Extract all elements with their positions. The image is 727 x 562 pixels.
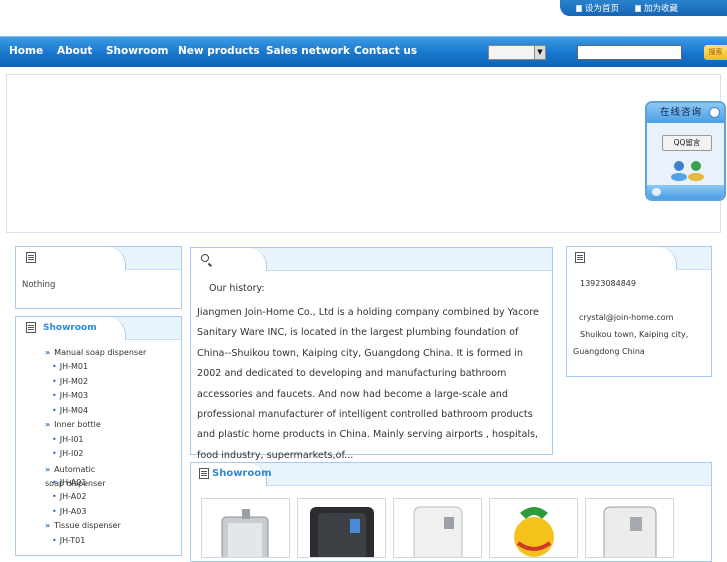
document-icon bbox=[199, 468, 209, 479]
product-link[interactable]: JH-T01 bbox=[52, 536, 86, 545]
page-icon bbox=[576, 4, 582, 12]
online-consult-widget: 在线咨询 QQ留言 bbox=[645, 101, 726, 201]
product-link[interactable]: JH-M04 bbox=[52, 406, 88, 415]
banner-area bbox=[6, 74, 721, 233]
document-icon bbox=[26, 252, 36, 263]
close-icon[interactable] bbox=[709, 107, 720, 118]
qq-message-button[interactable]: QQ留言 bbox=[662, 135, 712, 151]
document-icon bbox=[26, 322, 36, 333]
contact-email[interactable]: crystal@join-home.com bbox=[579, 309, 673, 326]
showroom-box-header: Showroom bbox=[16, 317, 181, 340]
category-tissue-dispenser[interactable]: » Tissue dispenser bbox=[45, 521, 121, 530]
double-chevron-icon: » bbox=[45, 420, 51, 429]
showroom-products-title: Showroom bbox=[212, 468, 272, 479]
news-box: Nothing bbox=[15, 246, 182, 309]
about-body-text: Jiangmen Join-Home Co., Ltd is a holding… bbox=[197, 307, 539, 461]
product-link[interactable]: JH-M01 bbox=[52, 362, 88, 371]
showroom-category-box: Showroom »Manual soap dispenser JH-M01 J… bbox=[15, 316, 182, 556]
category-inner-bottle[interactable]: » Inner bottle bbox=[45, 420, 101, 429]
contact-address-line2: Guangdong China bbox=[573, 347, 645, 356]
nav-contact-us[interactable]: Contact us bbox=[354, 45, 417, 57]
showroom-box-title: Showroom bbox=[43, 323, 97, 333]
document-icon bbox=[575, 252, 585, 263]
product-link[interactable]: JH-A01 bbox=[52, 478, 87, 487]
news-box-header bbox=[16, 247, 181, 270]
double-chevron-icon: » bbox=[45, 465, 51, 474]
page-icon bbox=[635, 4, 642, 12]
product-image bbox=[603, 506, 657, 557]
product-link[interactable]: JH-I02 bbox=[52, 449, 84, 458]
nav-about[interactable]: About bbox=[57, 45, 92, 57]
category-label: Manual soap dispenser bbox=[54, 348, 147, 357]
product-image bbox=[310, 507, 374, 557]
search-button[interactable]: 搜索 bbox=[704, 45, 727, 60]
add-favorite-link[interactable]: 加为收藏 bbox=[619, 2, 678, 14]
double-chevron-icon: » bbox=[45, 348, 51, 357]
search-category-select[interactable]: ▼ bbox=[488, 45, 546, 60]
category-label: Tissue dispenser bbox=[54, 521, 121, 530]
about-box-header bbox=[191, 248, 552, 271]
product-link[interactable]: JH-M03 bbox=[52, 391, 88, 400]
product-image bbox=[514, 507, 554, 557]
showroom-products-box: Showroom bbox=[190, 462, 712, 562]
category-label: Inner bottle bbox=[54, 420, 101, 429]
contact-box-header bbox=[567, 247, 711, 270]
double-chevron-icon: » bbox=[45, 521, 51, 530]
users-icon bbox=[671, 161, 704, 181]
product-thumbnail[interactable] bbox=[297, 498, 386, 558]
nav-showroom[interactable]: Showroom bbox=[106, 45, 169, 57]
nav-sales-network[interactable]: Sales network bbox=[266, 45, 350, 57]
chevron-down-icon: ▼ bbox=[534, 46, 545, 59]
contact-address-line1: Shuikou town, Kaiping city, bbox=[580, 330, 689, 339]
nav-home[interactable]: Home bbox=[9, 45, 43, 57]
product-image bbox=[221, 509, 269, 557]
category-manual-soap-dispenser[interactable]: » Manual soap dispenser bbox=[45, 348, 146, 357]
product-thumbnail[interactable] bbox=[585, 498, 674, 558]
news-text: Nothing bbox=[22, 280, 56, 290]
contact-phone: 13923084849 bbox=[580, 279, 636, 288]
consult-footer bbox=[647, 185, 724, 199]
search-icon bbox=[201, 254, 209, 262]
product-link[interactable]: JH-I01 bbox=[52, 435, 84, 444]
product-thumbnail[interactable] bbox=[393, 498, 482, 558]
add-favorite-label: 加为收藏 bbox=[644, 4, 679, 14]
set-home-label: 设为首页 bbox=[585, 4, 620, 14]
product-link[interactable]: JH-A02 bbox=[52, 492, 87, 501]
product-image bbox=[413, 506, 463, 557]
main-navbar: Home About Showroom New products Sales n… bbox=[0, 36, 727, 67]
nav-new-products[interactable]: New products bbox=[178, 45, 260, 57]
search-input[interactable] bbox=[577, 45, 682, 60]
chat-icon bbox=[652, 188, 661, 196]
product-link[interactable]: JH-A03 bbox=[52, 507, 87, 516]
showroom-products-header: Showroom bbox=[191, 463, 711, 486]
contact-box: 13923084849 crystal@join-home.com Shuiko… bbox=[566, 246, 712, 377]
about-heading: Our history: bbox=[209, 283, 265, 294]
set-home-link[interactable]: 设为首页 bbox=[560, 2, 619, 14]
product-thumbnail[interactable] bbox=[489, 498, 578, 558]
product-link[interactable]: JH-M02 bbox=[52, 377, 88, 386]
product-thumbnail[interactable] bbox=[201, 498, 290, 558]
about-box: Our history: Jiangmen Join-Home Co., Ltd… bbox=[190, 247, 553, 461]
top-links: 设为首页 加为收藏 bbox=[560, 0, 727, 16]
